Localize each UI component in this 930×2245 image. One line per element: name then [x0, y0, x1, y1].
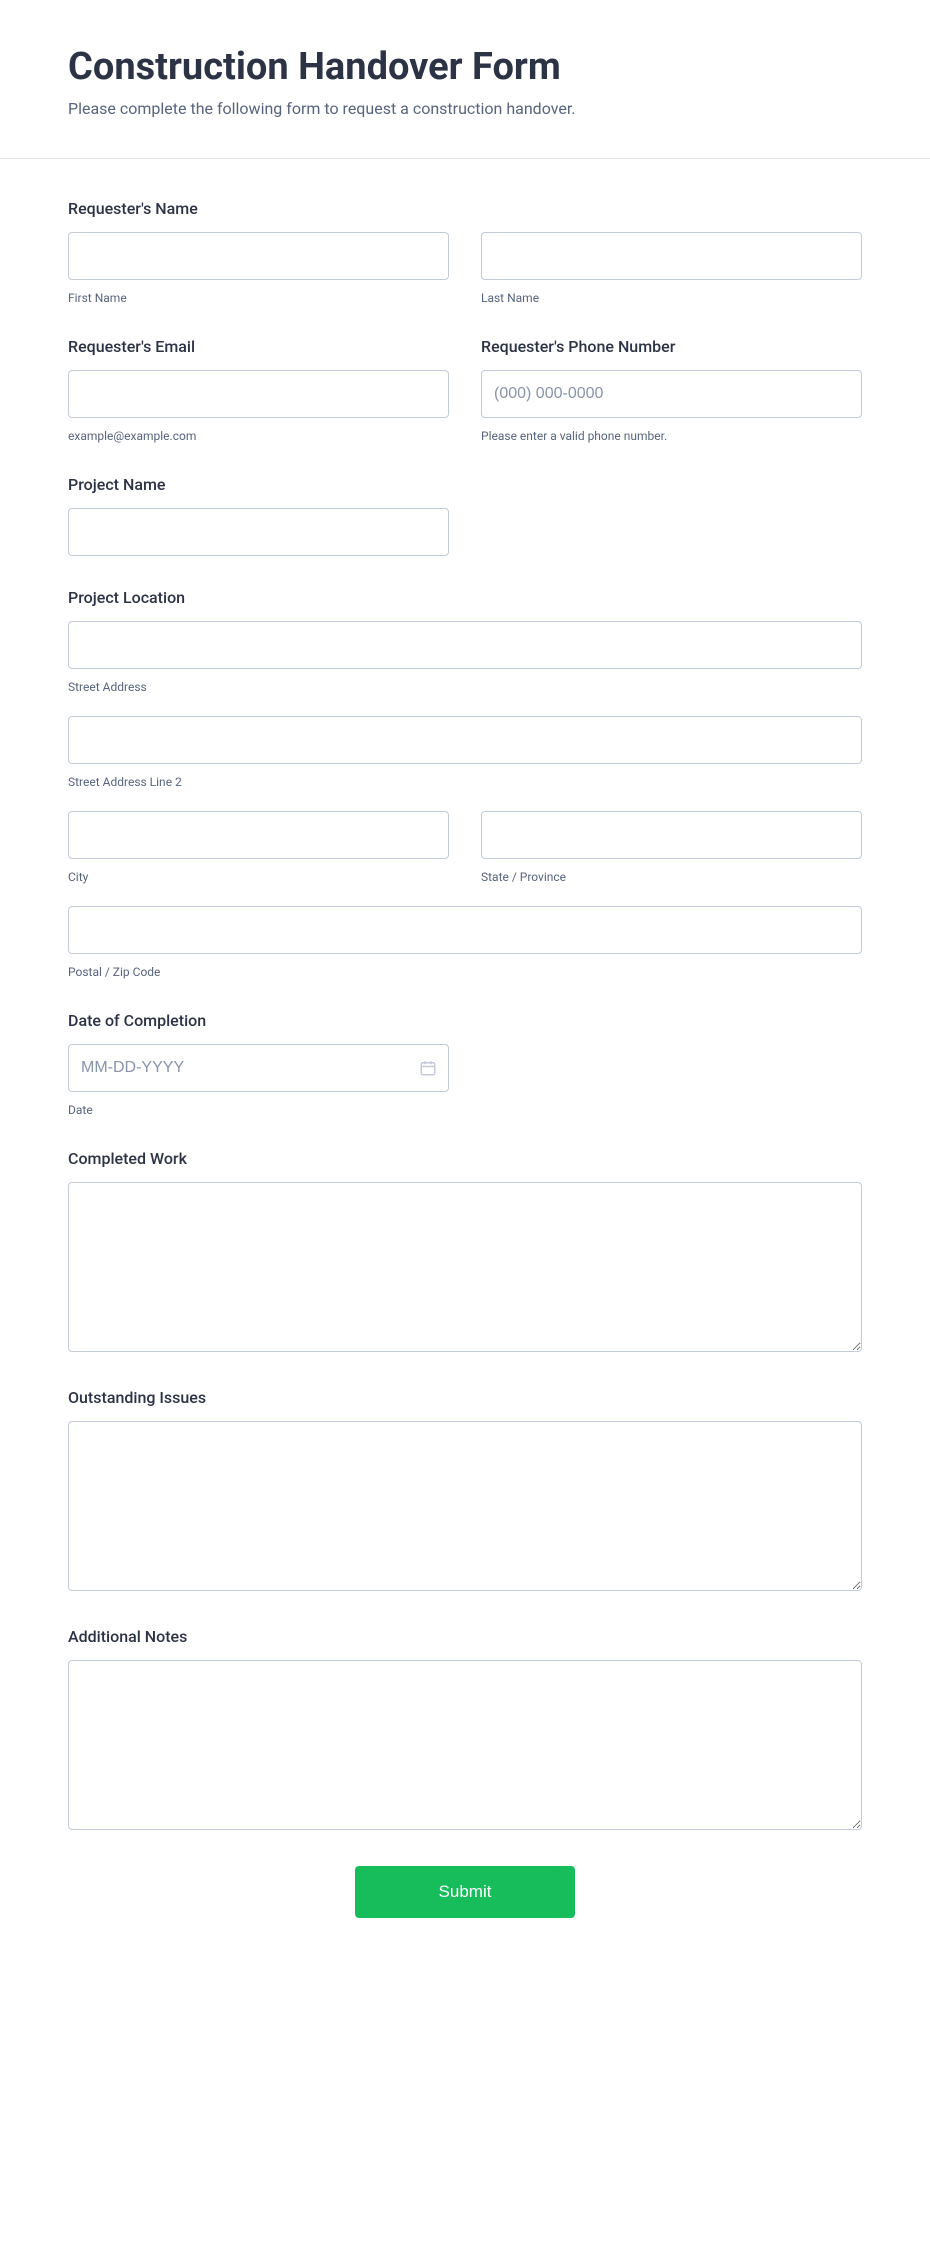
first-name-input[interactable] [68, 232, 449, 280]
phone-label: Requester's Phone Number [481, 337, 862, 356]
last-name-input[interactable] [481, 232, 862, 280]
email-sublabel: example@example.com [68, 429, 449, 443]
phone-input[interactable] [481, 370, 862, 418]
additional-notes-label: Additional Notes [68, 1627, 862, 1646]
completed-work-label: Completed Work [68, 1149, 862, 1168]
additional-notes-group: Additional Notes [68, 1627, 862, 1834]
completed-work-group: Completed Work [68, 1149, 862, 1356]
state-input[interactable] [481, 811, 862, 859]
street2-sublabel: Street Address Line 2 [68, 775, 862, 789]
page-title: Construction Handover Form [68, 45, 862, 89]
phone-sublabel: Please enter a valid phone number. [481, 429, 862, 443]
requester-name-label: Requester's Name [68, 199, 862, 218]
email-phone-row: Requester's Email example@example.com Re… [68, 337, 862, 443]
outstanding-issues-textarea[interactable] [68, 1421, 862, 1591]
city-input[interactable] [68, 811, 449, 859]
date-input[interactable] [68, 1044, 449, 1092]
postal-input[interactable] [68, 906, 862, 954]
last-name-sublabel: Last Name [481, 291, 862, 305]
outstanding-issues-group: Outstanding Issues [68, 1388, 862, 1595]
city-sublabel: City [68, 870, 449, 884]
street-sublabel: Street Address [68, 680, 862, 694]
first-name-sublabel: First Name [68, 291, 449, 305]
project-name-input[interactable] [68, 508, 449, 556]
outstanding-issues-label: Outstanding Issues [68, 1388, 862, 1407]
email-input[interactable] [68, 370, 449, 418]
requester-name-group: Requester's Name First Name Last Name [68, 199, 862, 305]
date-completion-label: Date of Completion [68, 1011, 862, 1030]
street-address2-input[interactable] [68, 716, 862, 764]
submit-wrapper: Submit [68, 1866, 862, 1918]
email-label: Requester's Email [68, 337, 449, 356]
postal-sublabel: Postal / Zip Code [68, 965, 862, 979]
project-name-label: Project Name [68, 475, 862, 494]
street-address-input[interactable] [68, 621, 862, 669]
additional-notes-textarea[interactable] [68, 1660, 862, 1830]
form-header: Construction Handover Form Please comple… [0, 0, 930, 159]
state-sublabel: State / Province [481, 870, 862, 884]
page-subtitle: Please complete the following form to re… [68, 99, 862, 118]
date-sublabel: Date [68, 1103, 862, 1117]
date-completion-group: Date of Completion Date [68, 1011, 862, 1117]
form-body: Requester's Name First Name Last Name Re… [0, 159, 930, 1978]
submit-button[interactable]: Submit [355, 1866, 575, 1918]
completed-work-textarea[interactable] [68, 1182, 862, 1352]
project-location-label: Project Location [68, 588, 862, 607]
project-location-group: Project Location Street Address Street A… [68, 588, 862, 979]
project-name-group: Project Name [68, 475, 862, 556]
